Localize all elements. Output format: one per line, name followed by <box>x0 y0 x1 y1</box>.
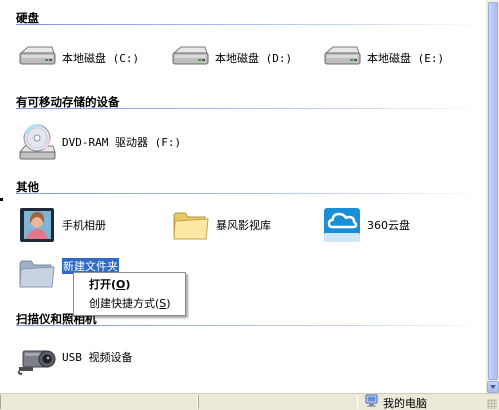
menu-item-open-accel: O <box>116 278 126 291</box>
drive-label: 本地磁盘 (C:) <box>62 52 140 65</box>
hard-drive-icon <box>170 38 210 78</box>
dvd-drive-label: DVD-RAM 驱动器 (F:) <box>62 136 182 149</box>
dvd-drive-icon <box>17 122 57 162</box>
status-location: 我的电脑 <box>365 394 427 410</box>
item-label: 手机相册 <box>62 219 106 232</box>
group-divider <box>16 108 484 109</box>
folder-icon <box>17 253 57 293</box>
hard-drive-icon <box>322 38 362 78</box>
group-divider <box>16 24 484 25</box>
menu-item-create-shortcut-accel: S <box>159 297 167 310</box>
left-edge-mark <box>0 198 3 201</box>
item-label: 暴风影视库 <box>216 219 271 232</box>
menu-item-open[interactable]: 打开(O) <box>74 275 185 294</box>
drive-label: 本地磁盘 (D:) <box>215 52 293 65</box>
phone-album-icon <box>17 205 57 245</box>
menu-item-create-shortcut-label: 创建快捷方式 <box>89 297 155 310</box>
drive-d[interactable]: 本地磁盘 (D:) <box>170 38 292 78</box>
my-computer-icon <box>365 394 379 410</box>
resize-grip[interactable] <box>487 399 497 409</box>
status-pane <box>0 395 198 409</box>
item-label: 360云盘 <box>367 219 410 232</box>
drive-c[interactable]: 本地磁盘 (C:) <box>17 38 139 78</box>
menu-item-open-label: 打开 <box>89 278 111 291</box>
hard-drive-icon <box>17 38 57 78</box>
explorer-window: 硬盘 本地磁盘 (C:) 本地磁盘 (D:) 本地磁盘 (E:) 有可移动存储的… <box>0 0 499 410</box>
cloud-drive-icon <box>322 205 362 245</box>
drive-e[interactable]: 本地磁盘 (E:) <box>322 38 444 78</box>
scroll-down-button[interactable] <box>487 381 499 393</box>
scrollbar-thumb[interactable] <box>488 2 498 380</box>
storm-video-library[interactable]: 暴风影视库 <box>171 205 271 245</box>
item-label: USB 视频设备 <box>62 351 133 364</box>
group-divider <box>16 193 484 194</box>
vertical-scrollbar[interactable] <box>486 0 499 393</box>
menu-item-create-shortcut[interactable]: 创建快捷方式(S) <box>74 294 185 313</box>
context-menu: 打开(O) 创建快捷方式(S) <box>73 272 186 316</box>
dvd-drive-f[interactable]: DVD-RAM 驱动器 (F:) <box>17 122 181 162</box>
drive-label: 本地磁盘 (E:) <box>367 52 445 65</box>
status-bar: 我的电脑 <box>0 393 499 410</box>
usb-video-device[interactable]: USB 视频设备 <box>17 337 133 377</box>
status-pane <box>198 395 358 409</box>
360-cloud-drive[interactable]: 360云盘 <box>322 205 410 245</box>
group-divider <box>16 325 484 326</box>
webcam-icon <box>17 337 57 377</box>
top-strip <box>0 0 486 3</box>
status-location-label: 我的电脑 <box>383 396 427 410</box>
phone-album[interactable]: 手机相册 <box>17 205 106 245</box>
folder-icon <box>171 205 211 245</box>
